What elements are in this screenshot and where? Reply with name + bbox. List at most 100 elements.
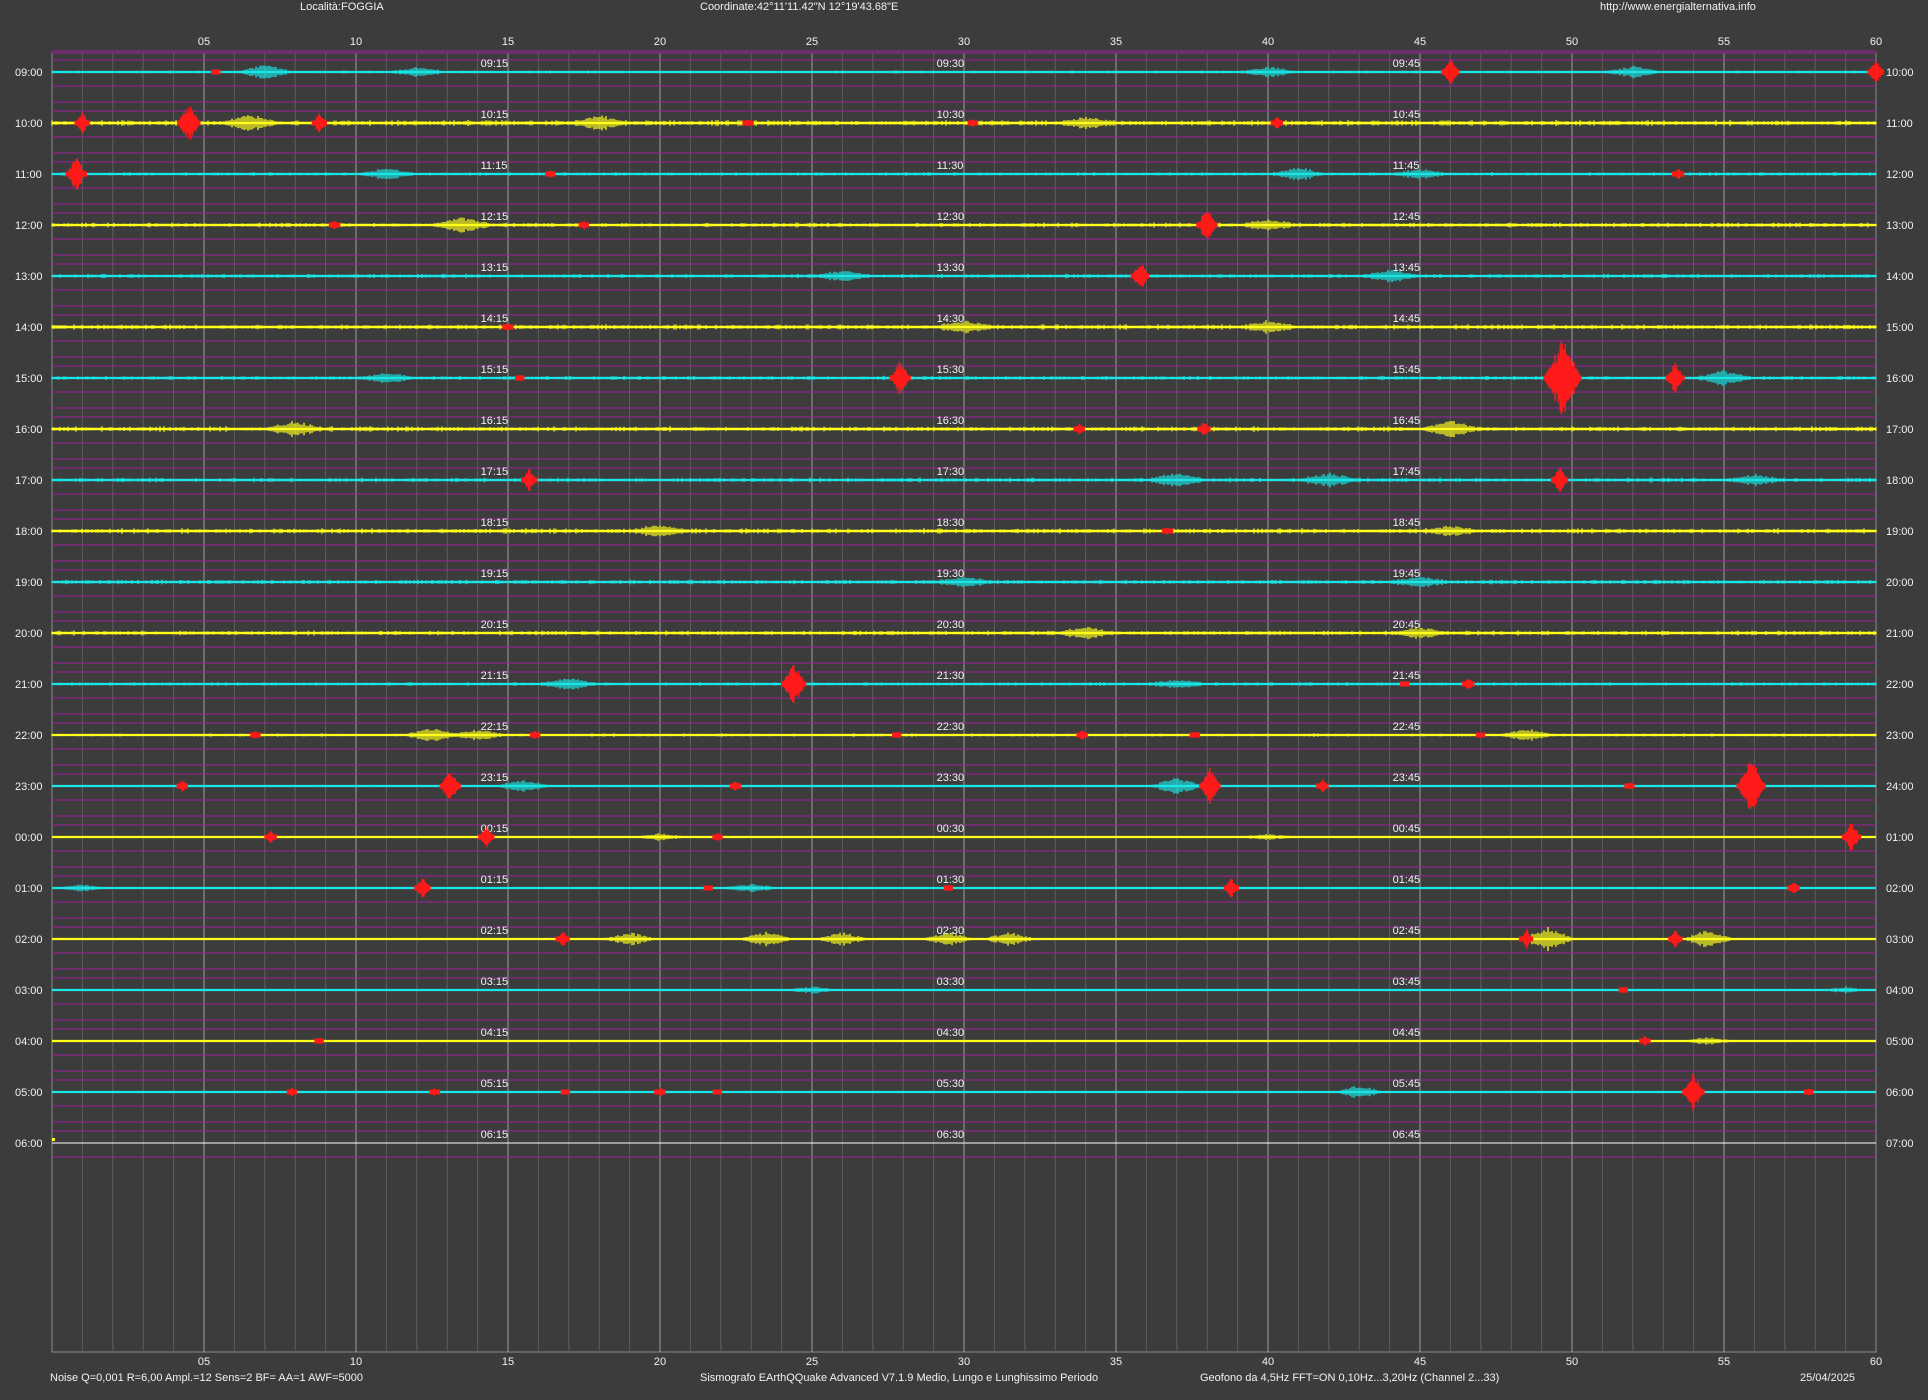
- trace-start-dot: [52, 1138, 55, 1141]
- row-end-time: 22:00: [1886, 679, 1914, 691]
- seismic-event-marker: [1867, 62, 1884, 82]
- row-end-time: 05:00: [1886, 1036, 1914, 1048]
- quarter-label: 04:15: [481, 1027, 509, 1039]
- seismic-event-marker: [654, 1087, 666, 1097]
- seismic-event-marker: [1161, 527, 1174, 535]
- seismic-event-marker: [1441, 60, 1460, 84]
- quarter-label: 23:30: [937, 772, 965, 784]
- quarter-label: 00:30: [937, 823, 965, 835]
- seismic-event-marker: [1475, 732, 1486, 738]
- quarter-label: 09:30: [937, 58, 965, 70]
- row-end-time: 11:00: [1886, 118, 1913, 130]
- quarter-label: 12:30: [937, 211, 965, 223]
- row-start-time: 17:00: [15, 475, 43, 487]
- minute-label-top: 25: [806, 36, 818, 48]
- quarter-label: 15:15: [481, 364, 509, 376]
- seismic-event-marker: [1665, 363, 1685, 393]
- quarter-label: 20:15: [481, 619, 509, 631]
- quarter-label: 02:45: [1393, 925, 1421, 937]
- row-start-time: 12:00: [15, 220, 43, 232]
- seismic-event-marker: [703, 885, 713, 891]
- seismic-event-marker: [250, 731, 261, 739]
- quarter-label: 16:30: [937, 415, 965, 427]
- minute-label-bottom: 40: [1262, 1356, 1274, 1368]
- seismic-event-marker: [1804, 1088, 1814, 1096]
- seismic-event-marker: [1671, 169, 1685, 179]
- row-end-time: 14:00: [1886, 271, 1914, 283]
- quarter-label: 20:30: [937, 619, 965, 631]
- quarter-label: 04:30: [937, 1027, 965, 1039]
- minute-label-bottom: 05: [198, 1356, 210, 1368]
- seismic-event-marker: [211, 69, 221, 75]
- quarter-label: 01:30: [937, 874, 965, 886]
- quarter-label: 02:15: [481, 925, 509, 937]
- row-end-time: 12:00: [1886, 169, 1914, 181]
- quarter-label: 03:30: [937, 976, 965, 988]
- row-end-time: 19:00: [1886, 526, 1914, 538]
- quarter-label: 16:15: [481, 415, 509, 427]
- quarter-label: 16:45: [1393, 415, 1421, 427]
- minute-label-top: 20: [654, 36, 666, 48]
- row-start-time: 05:00: [15, 1087, 43, 1099]
- row-start-time: 04:00: [15, 1036, 43, 1048]
- quarter-label: 11:15: [481, 160, 508, 172]
- row-end-time: 16:00: [1886, 373, 1914, 385]
- minute-label-top: 50: [1566, 36, 1578, 48]
- minute-label-bottom: 15: [502, 1356, 514, 1368]
- seismic-event-marker: [1624, 783, 1635, 789]
- row-end-time: 23:00: [1886, 730, 1914, 742]
- seismograph-window: Località:FOGGIA Coordinate:42°11'11.42"N…: [0, 0, 1928, 1400]
- seismic-event-marker: [729, 781, 742, 791]
- row-start-time: 13:00: [15, 271, 43, 283]
- quarter-label: 09:45: [1393, 58, 1421, 70]
- minute-label-top: 30: [958, 36, 970, 48]
- row-start-time: 23:00: [15, 781, 43, 793]
- minute-label-top: 60: [1870, 36, 1882, 48]
- row-start-time: 18:00: [15, 526, 43, 538]
- row-end-time: 17:00: [1886, 424, 1914, 436]
- minute-label-top: 15: [502, 36, 514, 48]
- quarter-label: 12:15: [481, 211, 509, 223]
- seismic-event-marker: [555, 932, 570, 946]
- row-end-time: 18:00: [1886, 475, 1914, 487]
- row-start-time: 21:00: [15, 679, 43, 691]
- quarter-label: 10:15: [481, 109, 509, 121]
- minute-label-bottom: 45: [1414, 1356, 1426, 1368]
- quarter-label: 05:15: [481, 1078, 509, 1090]
- quarter-label: 18:15: [481, 517, 509, 529]
- row-end-time: 20:00: [1886, 577, 1914, 589]
- minute-label-top: 45: [1414, 36, 1426, 48]
- seismic-event-marker: [1787, 882, 1800, 894]
- seismic-event-marker: [892, 731, 902, 739]
- software-info: Sismografo EArthQQuake Advanced V7.1.9 M…: [700, 1372, 1099, 1384]
- row-start-time: 11:00: [15, 169, 42, 181]
- quarter-label: 23:15: [481, 772, 509, 784]
- seismic-event-marker: [1400, 681, 1410, 687]
- quarter-label: 10:30: [937, 109, 965, 121]
- sensor-info: Geofono da 4,5Hz FFT=ON 0,10Hz...3,20Hz …: [1200, 1372, 1500, 1384]
- row-end-time: 03:00: [1886, 934, 1914, 946]
- seismic-event-marker: [439, 773, 461, 799]
- row-end-time: 06:00: [1886, 1087, 1914, 1099]
- date-label: 25/04/2025: [1800, 1372, 1856, 1384]
- row-start-time: 01:00: [15, 883, 43, 895]
- quarter-label: 12:45: [1393, 211, 1421, 223]
- minute-label-top: 05: [198, 36, 210, 48]
- minute-label-bottom: 10: [350, 1356, 362, 1368]
- seismic-event-marker: [311, 113, 327, 133]
- quarter-label: 19:15: [481, 568, 509, 580]
- row-start-time: 02:00: [15, 934, 43, 946]
- row-end-time: 02:00: [1886, 883, 1914, 895]
- quarter-label: 09:15: [481, 58, 509, 70]
- quarter-label: 18:30: [937, 517, 965, 529]
- minute-label-bottom: 30: [958, 1356, 970, 1368]
- quarter-label: 13:45: [1393, 262, 1421, 274]
- quarter-label: 03:45: [1393, 976, 1421, 988]
- row-start-time: 20:00: [15, 628, 43, 640]
- quarter-label: 01:15: [481, 874, 509, 886]
- seismic-event-marker: [742, 120, 754, 126]
- helicorder-plot: 05 05 10 10 15 15 20 20 25 25 30 30 35 35 40 40 45 45 50 50…: [15, 36, 1914, 1368]
- row-end-time: 01:00: [1886, 832, 1914, 844]
- seismic-event-marker: [943, 885, 954, 891]
- quarter-label: 06:30: [937, 1129, 965, 1141]
